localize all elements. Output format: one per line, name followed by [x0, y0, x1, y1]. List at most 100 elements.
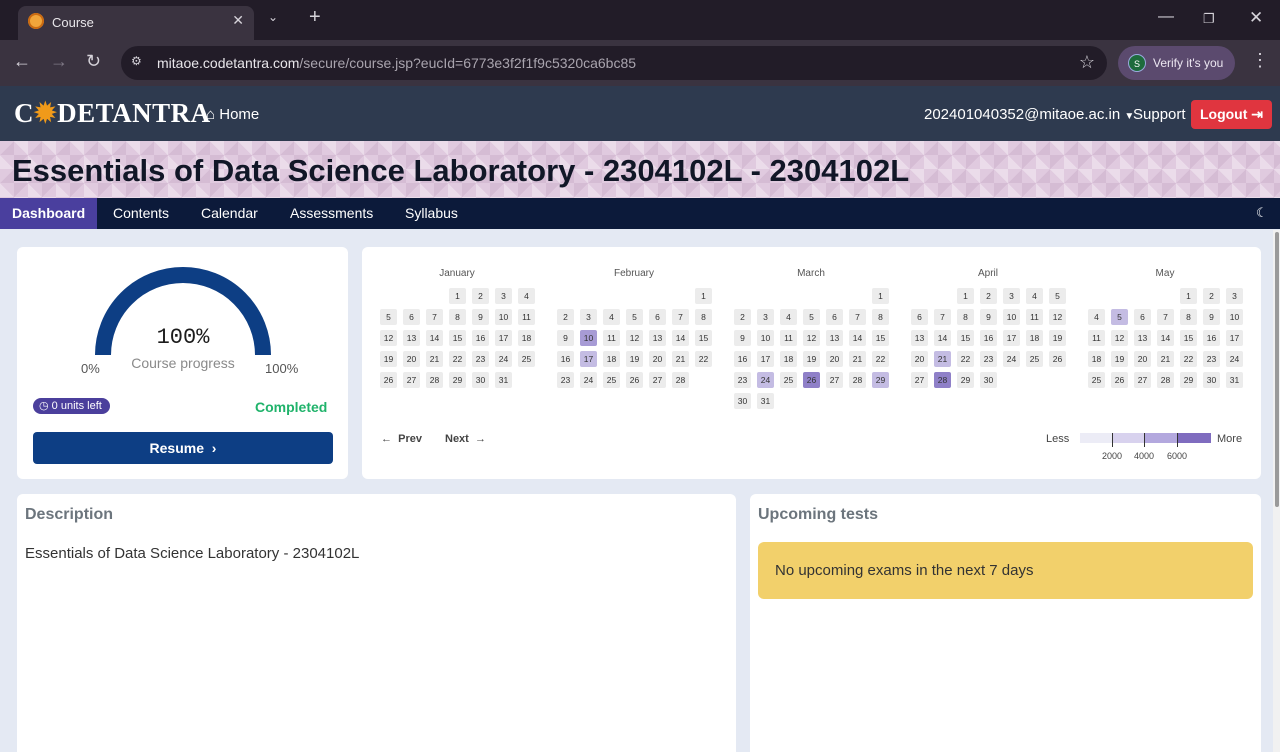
calendar-day[interactable]: 22: [872, 351, 889, 367]
calendar-day[interactable]: 30: [734, 393, 751, 409]
calendar-day[interactable]: 2: [980, 288, 997, 304]
calendar-day[interactable]: 1: [957, 288, 974, 304]
calendar-day[interactable]: 31: [495, 372, 512, 388]
calendar-day[interactable]: 12: [1049, 309, 1066, 325]
calendar-day[interactable]: 5: [380, 309, 397, 325]
calendar-day[interactable]: 26: [1049, 351, 1066, 367]
calendar-day[interactable]: 26: [1111, 372, 1128, 388]
scrollbar-thumb[interactable]: [1275, 232, 1279, 507]
calendar-day[interactable]: 28: [426, 372, 443, 388]
back-arrow-icon[interactable]: ←: [13, 51, 31, 72]
calendar-day[interactable]: 21: [426, 351, 443, 367]
calendar-day[interactable]: 8: [1180, 309, 1197, 325]
calendar-day[interactable]: 21: [672, 351, 689, 367]
calendar-day[interactable]: 26: [803, 372, 820, 388]
calendar-prev-button[interactable]: ← Prev: [381, 433, 422, 445]
close-icon[interactable]: ✕: [232, 12, 244, 29]
calendar-day[interactable]: 7: [672, 309, 689, 325]
calendar-day[interactable]: 7: [849, 309, 866, 325]
user-menu-dropdown[interactable]: 202401040352@mitaoe.ac.in ▼: [924, 106, 1134, 123]
calendar-day[interactable]: 9: [980, 309, 997, 325]
calendar-day[interactable]: 11: [1088, 330, 1105, 346]
profile-button[interactable]: S Verify it's you: [1118, 46, 1235, 80]
calendar-day[interactable]: 17: [757, 351, 774, 367]
calendar-day[interactable]: 31: [757, 393, 774, 409]
calendar-day[interactable]: 4: [1026, 288, 1043, 304]
browser-tab[interactable]: Course ✕: [18, 6, 254, 40]
calendar-day[interactable]: 22: [695, 351, 712, 367]
calendar-day[interactable]: 19: [380, 351, 397, 367]
calendar-day[interactable]: 27: [403, 372, 420, 388]
calendar-day[interactable]: 10: [1003, 309, 1020, 325]
calendar-day[interactable]: 29: [449, 372, 466, 388]
calendar-day[interactable]: 29: [872, 372, 889, 388]
logout-button[interactable]: Logout ⇥: [1191, 100, 1272, 129]
calendar-day[interactable]: 12: [803, 330, 820, 346]
calendar-day[interactable]: 4: [1088, 309, 1105, 325]
calendar-day[interactable]: 27: [826, 372, 843, 388]
calendar-day[interactable]: 7: [934, 309, 951, 325]
resume-button[interactable]: Resume ›: [33, 432, 333, 464]
calendar-day[interactable]: 10: [1226, 309, 1243, 325]
calendar-day[interactable]: 5: [626, 309, 643, 325]
calendar-day[interactable]: 4: [603, 309, 620, 325]
calendar-day[interactable]: 29: [957, 372, 974, 388]
calendar-day[interactable]: 16: [472, 330, 489, 346]
calendar-day[interactable]: 20: [1134, 351, 1151, 367]
tab-contents[interactable]: Contents: [113, 198, 169, 229]
calendar-day[interactable]: 5: [1111, 309, 1128, 325]
calendar-day[interactable]: 22: [957, 351, 974, 367]
calendar-day[interactable]: 17: [495, 330, 512, 346]
calendar-day[interactable]: 2: [557, 309, 574, 325]
calendar-day[interactable]: 1: [449, 288, 466, 304]
calendar-day[interactable]: 7: [1157, 309, 1174, 325]
chevron-down-icon[interactable]: ⌄: [268, 10, 278, 24]
support-link[interactable]: Support: [1133, 106, 1186, 123]
calendar-day[interactable]: 6: [403, 309, 420, 325]
calendar-day[interactable]: 18: [518, 330, 535, 346]
reload-icon[interactable]: ↻: [86, 51, 101, 72]
calendar-day[interactable]: 8: [872, 309, 889, 325]
calendar-day[interactable]: 19: [626, 351, 643, 367]
calendar-day[interactable]: 3: [495, 288, 512, 304]
calendar-day[interactable]: 15: [872, 330, 889, 346]
calendar-day[interactable]: 28: [1157, 372, 1174, 388]
calendar-day[interactable]: 11: [1026, 309, 1043, 325]
home-link[interactable]: ⌂ Home: [206, 106, 259, 123]
calendar-day[interactable]: 12: [380, 330, 397, 346]
calendar-day[interactable]: 12: [626, 330, 643, 346]
calendar-day[interactable]: 23: [557, 372, 574, 388]
calendar-day[interactable]: 18: [603, 351, 620, 367]
calendar-day[interactable]: 24: [1003, 351, 1020, 367]
calendar-day[interactable]: 31: [1226, 372, 1243, 388]
calendar-day[interactable]: 5: [803, 309, 820, 325]
site-info-icon[interactable]: ⚙: [131, 54, 149, 72]
calendar-day[interactable]: 23: [1203, 351, 1220, 367]
calendar-day[interactable]: 16: [1203, 330, 1220, 346]
calendar-day[interactable]: 25: [1088, 372, 1105, 388]
calendar-day[interactable]: 30: [1203, 372, 1220, 388]
calendar-day[interactable]: 4: [780, 309, 797, 325]
calendar-day[interactable]: 20: [911, 351, 928, 367]
browser-menu-icon[interactable]: ⋮: [1251, 50, 1269, 71]
calendar-day[interactable]: 11: [603, 330, 620, 346]
tab-assessments[interactable]: Assessments: [290, 198, 373, 229]
calendar-day[interactable]: 11: [780, 330, 797, 346]
url-text[interactable]: mitaoe.codetantra.com/secure/course.jsp?…: [157, 55, 636, 71]
calendar-day[interactable]: 13: [649, 330, 666, 346]
calendar-day[interactable]: 1: [695, 288, 712, 304]
calendar-day[interactable]: 13: [1134, 330, 1151, 346]
calendar-day[interactable]: 18: [1088, 351, 1105, 367]
calendar-day[interactable]: 14: [934, 330, 951, 346]
calendar-day[interactable]: 23: [472, 351, 489, 367]
calendar-day[interactable]: 20: [403, 351, 420, 367]
calendar-day[interactable]: 26: [626, 372, 643, 388]
calendar-day[interactable]: 2: [472, 288, 489, 304]
calendar-day[interactable]: 3: [1226, 288, 1243, 304]
calendar-day[interactable]: 18: [1026, 330, 1043, 346]
calendar-day[interactable]: 9: [557, 330, 574, 346]
calendar-day[interactable]: 10: [757, 330, 774, 346]
calendar-day[interactable]: 20: [826, 351, 843, 367]
calendar-day[interactable]: 25: [518, 351, 535, 367]
calendar-day[interactable]: 8: [957, 309, 974, 325]
